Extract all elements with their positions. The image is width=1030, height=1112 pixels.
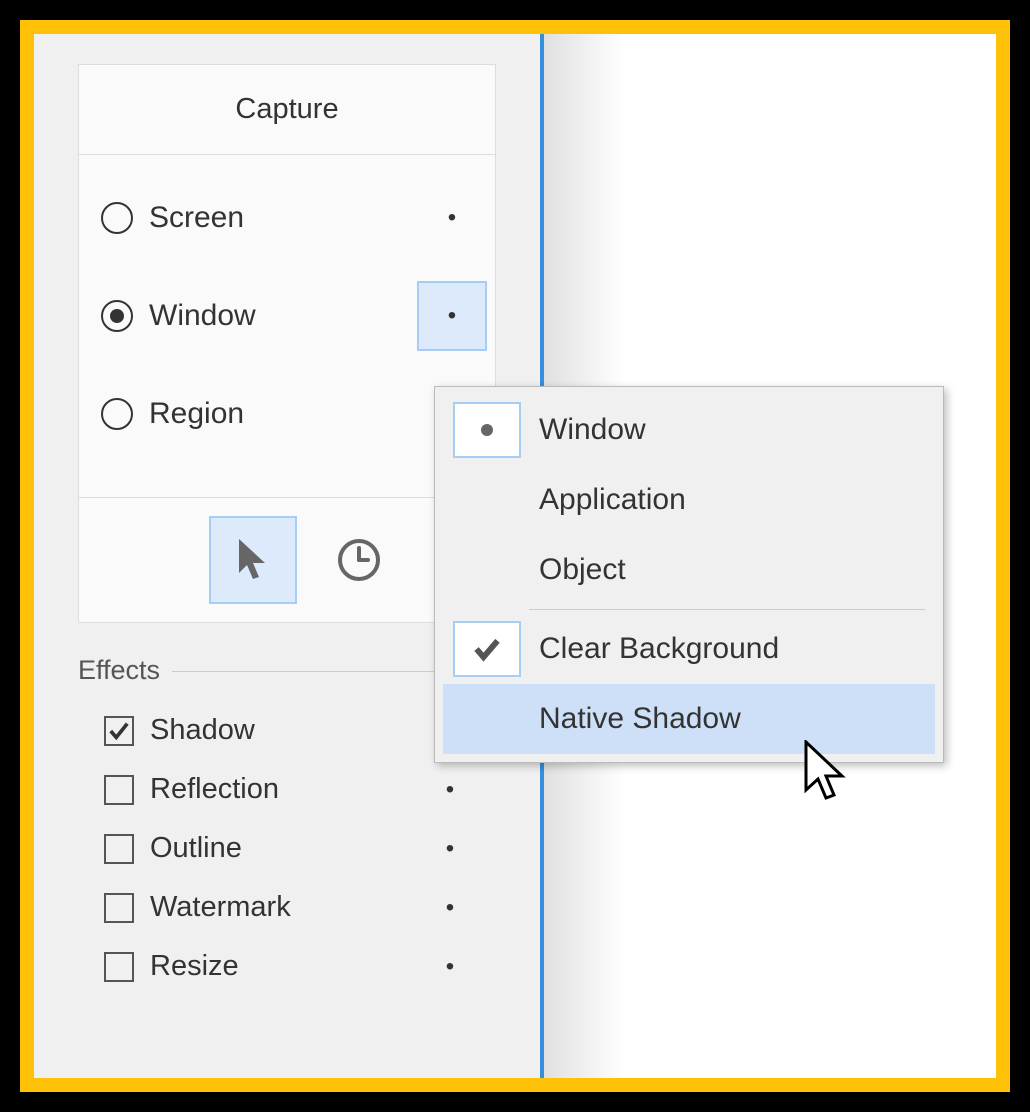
effect-row-resize[interactable]: Resize • (78, 950, 496, 983)
menu-item-object[interactable]: Object (443, 535, 935, 605)
effect-label: Reflection (150, 773, 279, 806)
effect-label: Resize (150, 950, 239, 983)
radio-label: Screen (149, 201, 244, 235)
radio-label: Region (149, 397, 244, 431)
cursor-icon (233, 537, 273, 583)
effect-options-dot[interactable]: • (420, 894, 480, 922)
menu-marker-cell (453, 402, 521, 458)
capture-cursor-button[interactable] (209, 516, 297, 604)
dot-icon (481, 424, 493, 436)
radio-icon (101, 300, 133, 332)
menu-label: Application (539, 483, 686, 517)
effect-row-outline[interactable]: Outline • (78, 832, 496, 865)
panel-body: Screen • Window • (79, 155, 495, 497)
clock-icon (336, 537, 382, 583)
effect-options-dot[interactable]: • (420, 776, 480, 804)
menu-marker-cell (453, 472, 521, 528)
effect-row-watermark[interactable]: Watermark • (78, 891, 496, 924)
radio-row-window[interactable]: Window • (101, 281, 479, 351)
checkmark-icon (473, 635, 501, 663)
panel-title: Capture (79, 65, 495, 155)
menu-marker-cell (453, 691, 521, 747)
effect-row-reflection[interactable]: Reflection • (78, 773, 496, 806)
annotation-frame: Capture Screen • Window (20, 20, 1010, 1092)
radio-label: Window (149, 299, 256, 333)
options-dot-button[interactable]: • (417, 281, 487, 351)
menu-label: Clear Background (539, 632, 779, 666)
effect-label: Watermark (150, 891, 291, 924)
menu-marker-cell (453, 621, 521, 677)
menu-label: Window (539, 413, 646, 447)
effect-options-dot[interactable]: • (420, 953, 480, 981)
menu-item-window[interactable]: Window (443, 395, 935, 465)
options-dot-button[interactable]: • (417, 183, 487, 253)
menu-item-native-shadow[interactable]: Native Shadow (443, 684, 935, 754)
menu-label: Native Shadow (539, 702, 741, 736)
menu-item-clear-background[interactable]: Clear Background (443, 614, 935, 684)
checkbox-icon (104, 775, 134, 805)
radio-icon (101, 398, 133, 430)
checkmark-icon (108, 720, 130, 742)
capture-timer-button[interactable] (315, 516, 403, 604)
panel-footer (79, 497, 495, 622)
menu-item-application[interactable]: Application (443, 465, 935, 535)
checkbox-icon (104, 893, 134, 923)
menu-marker-cell (453, 542, 521, 598)
app-window: Capture Screen • Window (34, 34, 996, 1078)
radio-row-screen[interactable]: Screen • (101, 183, 479, 253)
effect-options-dot[interactable]: • (420, 835, 480, 863)
menu-separator (529, 609, 925, 610)
radio-icon (101, 202, 133, 234)
radio-row-region[interactable]: Region • (101, 379, 479, 449)
effect-label: Outline (150, 832, 242, 865)
effects-title: Effects (78, 655, 172, 686)
effect-label: Shadow (150, 714, 255, 747)
checkbox-icon (104, 952, 134, 982)
checkbox-icon (104, 716, 134, 746)
checkbox-icon (104, 834, 134, 864)
menu-label: Object (539, 553, 626, 587)
context-menu: Window Application Object Clear Backgrou… (434, 386, 944, 763)
